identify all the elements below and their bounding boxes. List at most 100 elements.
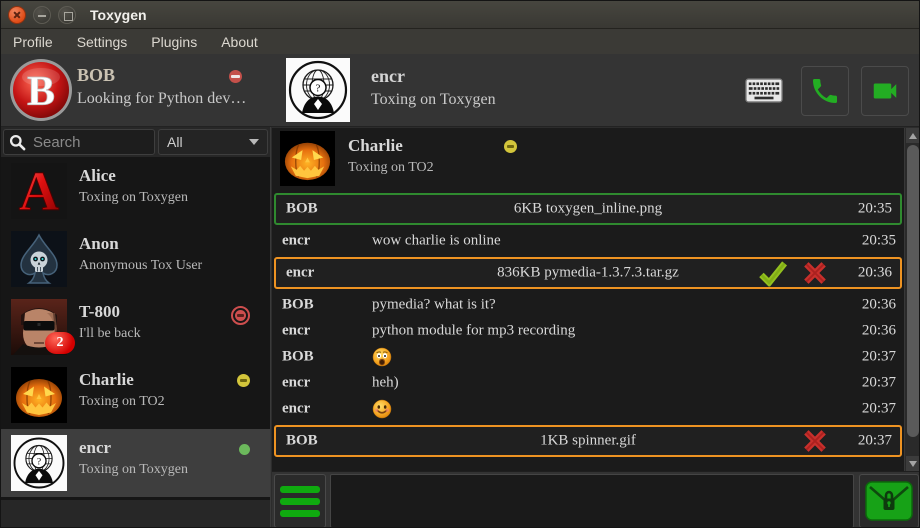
search-row: All	[1, 127, 270, 157]
toxygen-window: Toxygen Profile Settings Plugins About B…	[0, 0, 920, 528]
scroll-down-icon[interactable]	[906, 456, 920, 471]
decline-transfer-button[interactable]	[802, 261, 828, 286]
contact-alice[interactable]: Alice Toxing on Toxygen	[1, 157, 270, 225]
decline-transfer-button[interactable]	[802, 429, 828, 454]
message-time: 20:37	[862, 401, 896, 418]
message-time: 20:36	[858, 265, 892, 282]
phone-icon	[809, 75, 841, 107]
top-panel: BOB Looking for Python dev… encr Toxing …	[1, 54, 919, 127]
filter-value: All	[167, 134, 183, 150]
peer-status-message: Toxing on Toxygen	[371, 91, 496, 109]
message-time: 20:36	[862, 297, 896, 314]
status-away-icon	[237, 374, 250, 387]
minimize-icon[interactable]	[33, 6, 51, 24]
chat-scrollbar[interactable]	[904, 128, 920, 471]
maximize-icon[interactable]	[58, 6, 76, 24]
contact-status-message: Anonymous Tox User	[79, 258, 202, 274]
keyboard-icon[interactable]	[745, 78, 783, 103]
status-busy-icon	[231, 306, 250, 325]
message-sender: BOB	[282, 349, 314, 366]
self-status-busy-icon[interactable]	[229, 70, 242, 83]
menu-about[interactable]: About	[221, 34, 258, 50]
peer-name: encr	[371, 66, 405, 87]
status-online-icon	[239, 444, 250, 455]
message-time: 20:37	[862, 349, 896, 366]
contact-status-message: Toxing on Toxygen	[79, 190, 188, 206]
file-transfer-message: encr 836KB pymedia-1.3.7.3.tar.gz 20:36	[274, 257, 902, 289]
search-box[interactable]	[3, 129, 155, 155]
contact-name: Anon	[79, 234, 119, 254]
contact-status-message: I'll be back	[79, 326, 141, 342]
contact-t800[interactable]: T-800 I'll be back 2	[1, 293, 270, 361]
chat-area: Charlie Toxing on TO2 BOB 6KB toxygen_in…	[272, 128, 904, 471]
message-sender: encr	[282, 375, 310, 392]
menu-profile[interactable]: Profile	[13, 34, 53, 50]
self-name[interactable]: BOB	[77, 65, 115, 86]
text-message: encr python module for mp3 recording 20:…	[272, 318, 904, 344]
contact-list: Alice Toxing on Toxygen Anon Anonymous T…	[1, 157, 270, 500]
text-message: encr wow charlie is online 20:35	[272, 228, 904, 254]
avatar	[11, 231, 67, 287]
chat-peer-avatar	[280, 131, 335, 186]
menu-settings[interactable]: Settings	[77, 34, 128, 50]
message-input[interactable]	[330, 474, 854, 528]
message-sender: encr	[282, 401, 310, 418]
contact-filter-dropdown[interactable]: All	[158, 129, 268, 155]
video-call-button[interactable]	[861, 66, 909, 116]
hamburger-icon	[280, 486, 320, 493]
titlebar[interactable]: Toxygen	[1, 1, 919, 29]
self-avatar[interactable]	[9, 58, 73, 122]
search-input[interactable]	[31, 133, 149, 152]
avatar	[11, 435, 67, 491]
message-text: python module for mp3 recording	[372, 323, 575, 340]
actions-menu-button[interactable]	[274, 474, 326, 528]
contact-name: Alice	[79, 166, 116, 186]
smiling-face-emoji	[372, 399, 392, 419]
audio-call-button[interactable]	[801, 66, 849, 116]
file-name: 6KB toxygen_inline.png	[276, 201, 900, 218]
contact-encr[interactable]: encr Toxing on Toxygen	[1, 429, 270, 497]
shocked-face-emoji	[372, 347, 392, 367]
scrollbar-thumb[interactable]	[907, 145, 919, 437]
sidebar: All Alice Toxing on Toxygen Anon Anonymo…	[1, 127, 271, 528]
emoji-message: encr 20:37	[272, 396, 904, 422]
contact-name: encr	[79, 438, 111, 458]
status-away-icon	[504, 140, 517, 153]
window-title: Toxygen	[90, 7, 147, 23]
emoji-message: BOB 20:37	[272, 344, 904, 370]
close-icon[interactable]	[8, 6, 26, 24]
message-sender: encr	[282, 233, 310, 250]
search-icon	[9, 134, 26, 151]
message-time: 20:37	[862, 375, 896, 392]
contact-name: T-800	[79, 302, 120, 322]
text-message: encr heh) 20:37	[272, 370, 904, 396]
file-transfer-message: BOB 1KB spinner.gif 20:37	[274, 425, 902, 457]
scroll-up-icon[interactable]	[906, 128, 920, 143]
message-text: pymedia? what is it?	[372, 297, 496, 314]
message-sender: BOB	[282, 297, 314, 314]
file-transfer-message: BOB 6KB toxygen_inline.png 20:35	[274, 193, 902, 225]
chat-peer-status-message: Toxing on TO2	[348, 160, 434, 176]
message-time: 20:37	[858, 433, 892, 450]
contact-name: Charlie	[79, 370, 134, 390]
send-button[interactable]	[859, 474, 919, 528]
unread-badge: 2	[45, 332, 75, 354]
contact-anon[interactable]: Anon Anonymous Tox User	[1, 225, 270, 293]
message-list: BOB 6KB toxygen_inline.png 20:35 encr wo…	[272, 190, 904, 471]
message-time: 20:35	[858, 201, 892, 218]
avatar	[11, 367, 67, 423]
menu-plugins[interactable]: Plugins	[151, 34, 197, 50]
peer-avatar	[286, 58, 350, 122]
message-sender: encr	[282, 323, 310, 340]
message-input-bar	[272, 471, 920, 528]
message-text: heh)	[372, 375, 399, 392]
accept-transfer-button[interactable]	[758, 260, 788, 287]
avatar	[11, 163, 67, 219]
chat-peer-name: Charlie	[348, 136, 403, 156]
self-status-message[interactable]: Looking for Python dev…	[77, 90, 246, 108]
envelope-lock-icon	[865, 481, 913, 521]
contact-charlie[interactable]: Charlie Toxing on TO2	[1, 361, 270, 429]
message-time: 20:36	[862, 323, 896, 340]
chat-header: Charlie Toxing on TO2	[272, 128, 904, 190]
menubar: Profile Settings Plugins About	[1, 29, 919, 54]
